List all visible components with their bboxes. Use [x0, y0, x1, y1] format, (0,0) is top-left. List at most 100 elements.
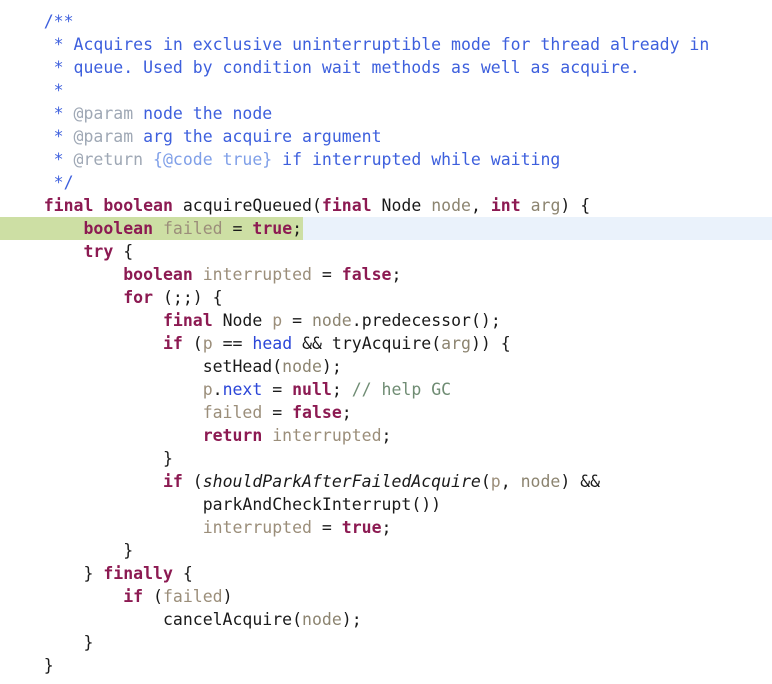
code-line[interactable]: if (shouldParkAfterFailedAcquire(p, node…: [0, 470, 772, 493]
code-token-punct: (: [311, 196, 322, 215]
code-line[interactable]: * @param node the node: [0, 102, 772, 125]
code-line[interactable]: }: [0, 654, 772, 677]
code-token-punct: }: [4, 633, 94, 652]
code-token-punct: ;: [341, 403, 352, 422]
code-line[interactable]: parkAndCheckInterrupt()): [0, 493, 772, 516]
code-token-doc: if interrupted while waiting: [272, 150, 561, 169]
code-token-keyword: final: [162, 311, 213, 330]
code-token-parameter: arg: [530, 196, 561, 215]
code-line[interactable]: */: [0, 171, 772, 194]
code-line[interactable]: setHead(node);: [0, 355, 772, 378]
code-token-doc: /**: [43, 12, 74, 31]
code-token-doc-inline: {@code true}: [153, 150, 273, 169]
code-line[interactable]: *: [0, 79, 772, 102]
code-token-punct: ();: [470, 311, 501, 330]
code-token-doc-tag: @param: [73, 127, 134, 146]
code-token-punct: =: [222, 219, 253, 238]
code-line[interactable]: }: [0, 539, 772, 562]
code-line[interactable]: cancelAcquire(node);: [0, 608, 772, 631]
code-token-variable: interrupted: [272, 426, 382, 445]
code-lines-container: /** * Acquires in exclusive uninterrupti…: [0, 10, 772, 677]
code-line[interactable]: * @param arg the acquire argument: [0, 125, 772, 148]
code-token-doc: *: [4, 104, 74, 123]
code-token-doc: * queue. Used by condition wait methods …: [4, 58, 640, 77]
code-line[interactable]: boolean interrupted = false;: [0, 263, 772, 286]
code-token-static-method: shouldParkAfterFailedAcquire: [202, 472, 481, 491]
code-token-field: next: [222, 380, 263, 399]
code-token-keyword: boolean: [123, 265, 193, 284]
code-token-punct: ;: [381, 426, 392, 445]
code-token-punct: ;: [381, 518, 392, 537]
code-token-plain: Node: [381, 196, 422, 215]
code-line[interactable]: if (failed): [0, 585, 772, 608]
code-token-punct: )) {: [470, 334, 511, 353]
code-line[interactable]: * Acquires in exclusive uninterruptible …: [0, 33, 772, 56]
code-token-punct: =: [311, 518, 342, 537]
code-token-doc-tag: @return: [73, 150, 144, 169]
code-line[interactable]: * @return {@code true} if interrupted wh…: [0, 148, 772, 171]
code-line[interactable]: * queue. Used by condition wait methods …: [0, 56, 772, 79]
code-token-punct: =: [311, 265, 342, 284]
code-line[interactable]: boolean failed = true;: [0, 217, 772, 240]
code-token-keyword: finally: [103, 564, 173, 583]
code-token-variable: p: [272, 311, 283, 330]
code-token-keyword: for: [123, 288, 154, 307]
code-token-method: acquireQueued: [182, 196, 312, 215]
code-token-doc: *: [4, 150, 74, 169]
code-token-plain: Node: [222, 311, 263, 330]
code-token-parameter: node: [312, 311, 352, 330]
code-token-keyword: if: [162, 334, 183, 353]
code-token-doc-tag: @param: [73, 104, 134, 123]
code-token-punct: =: [262, 403, 293, 422]
code-token-punct: ==: [212, 334, 253, 353]
code-editor[interactable]: /** * Acquires in exclusive uninterrupti…: [0, 0, 772, 684]
code-line[interactable]: } finally {: [0, 562, 772, 585]
code-token-punct: ;: [331, 380, 352, 399]
code-token-variable: interrupted: [202, 518, 312, 537]
code-token-variable: interrupted: [202, 265, 312, 284]
code-line[interactable]: try {: [0, 240, 772, 263]
code-token-punct: (: [431, 334, 442, 353]
code-line[interactable]: }: [0, 631, 772, 654]
code-line[interactable]: p.next = null; // help GC: [0, 378, 772, 401]
code-token-keyword: final: [43, 196, 94, 215]
code-token-punct: ;: [292, 219, 303, 238]
code-token-doc: *: [4, 81, 64, 100]
code-line[interactable]: final boolean acquireQueued(final Node n…: [0, 194, 772, 217]
code-token-punct: }: [4, 449, 173, 468]
code-token-keyword: true: [341, 518, 382, 537]
code-token-punct: (: [480, 472, 491, 491]
code-token-doc: node the node: [133, 104, 273, 123]
code-token-method: parkAndCheckInterrupt: [202, 495, 412, 514]
code-line[interactable]: return interrupted;: [0, 424, 772, 447]
code-token-punct: );: [341, 610, 362, 629]
code-line[interactable]: /**: [0, 10, 772, 33]
code-line[interactable]: }: [0, 447, 772, 470]
code-token-punct: ) &&: [560, 472, 601, 491]
code-line[interactable]: failed = false;: [0, 401, 772, 424]
code-token-punct: ): [222, 587, 233, 606]
code-token-punct: .: [212, 380, 223, 399]
code-token-keyword: try: [83, 242, 114, 261]
code-token-variable: p: [202, 380, 213, 399]
code-line[interactable]: interrupted = true;: [0, 516, 772, 539]
code-token-keyword: boolean: [103, 196, 173, 215]
code-line[interactable]: if (p == head && tryAcquire(arg)) {: [0, 332, 772, 355]
code-token-punct: &&: [292, 334, 332, 353]
code-line[interactable]: final Node p = node.predecessor();: [0, 309, 772, 332]
code-line[interactable]: for (;;) {: [0, 286, 772, 309]
